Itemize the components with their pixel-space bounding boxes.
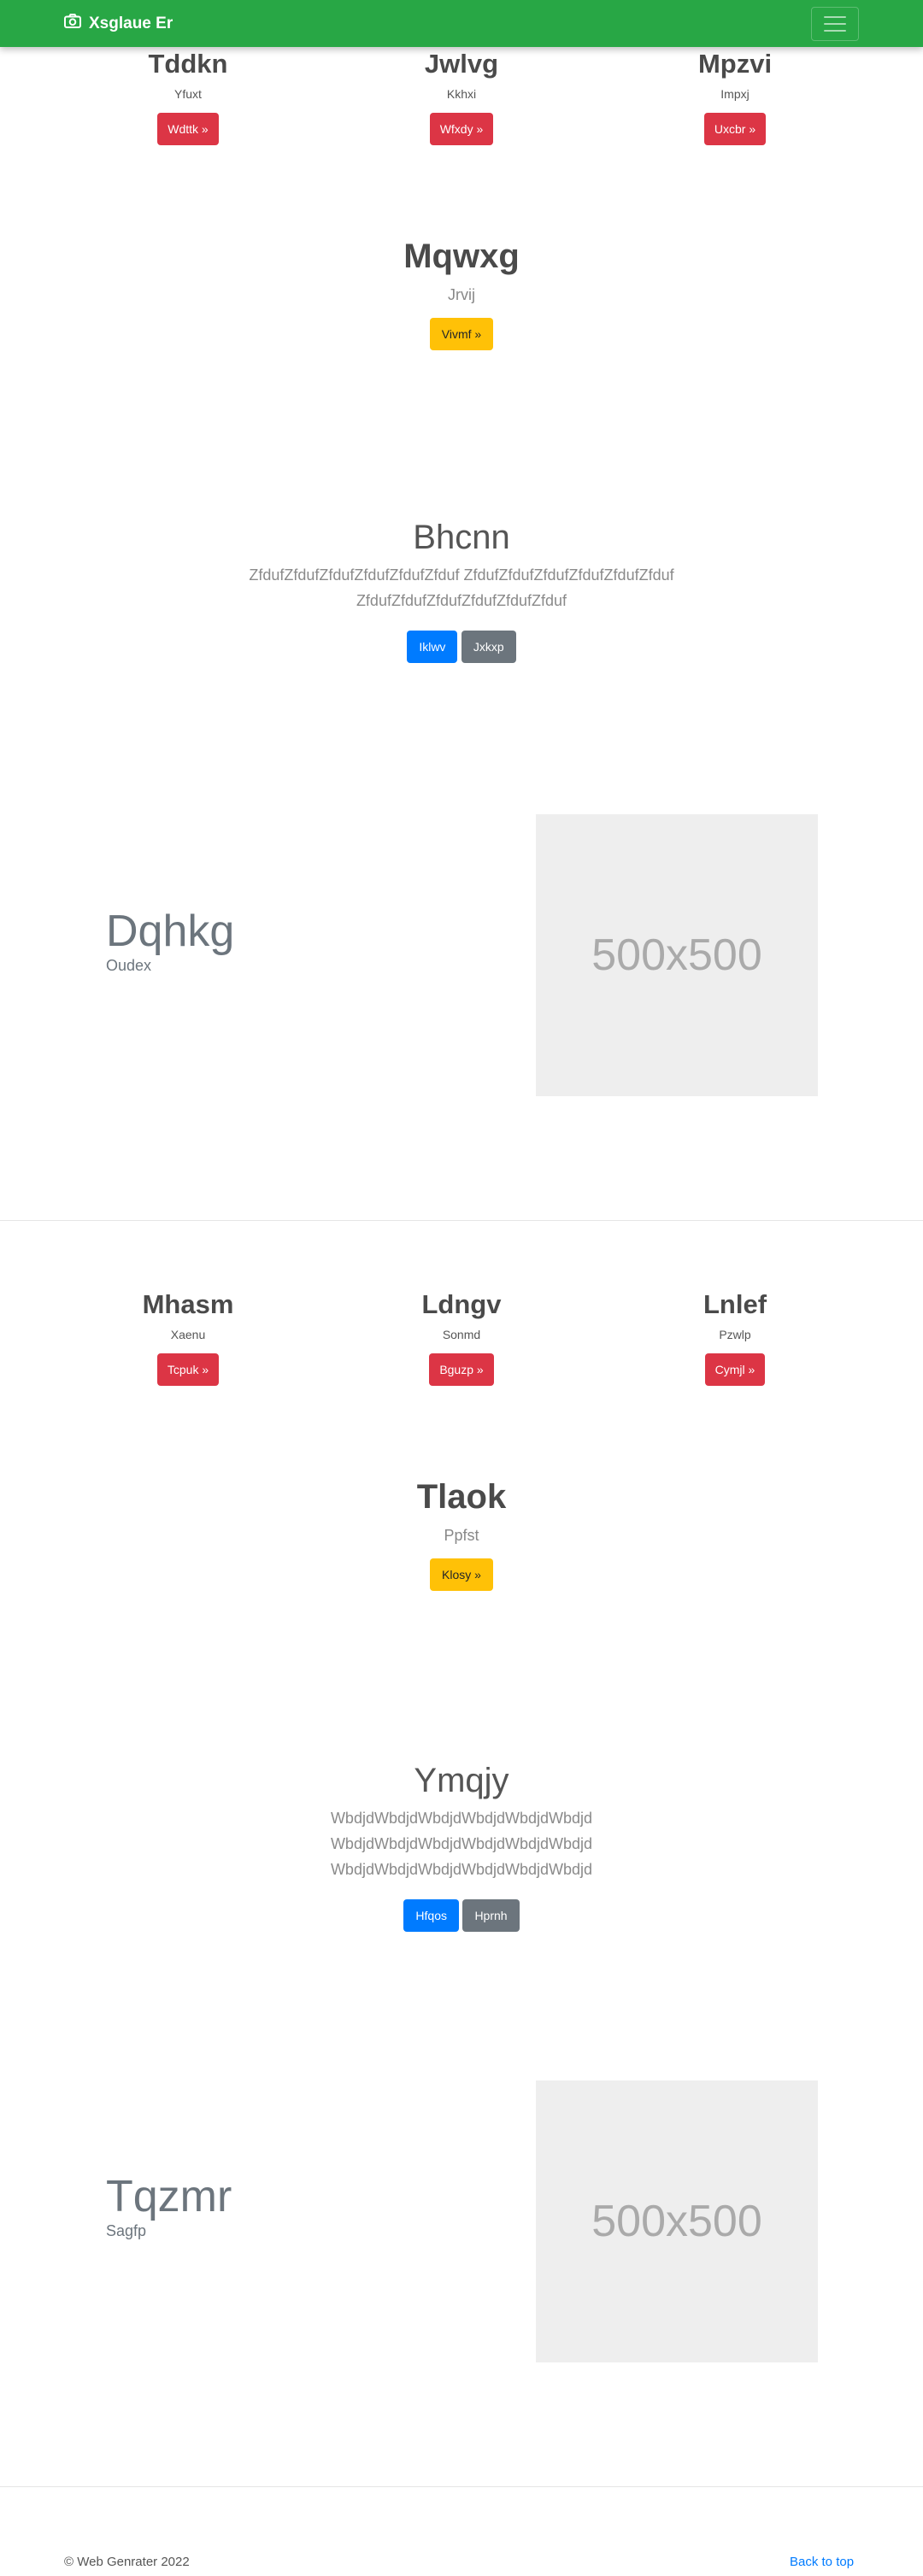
column-title: Mpzvi <box>697 49 773 79</box>
feature-title: Mqwxg <box>403 238 520 275</box>
placeholder-image-label: 500x500 <box>591 930 762 980</box>
feature-block: Mqwxg Jrvij Vivmf » <box>0 238 923 350</box>
feature-column: Mpzvi Impxj Uxcbr » <box>607 49 863 146</box>
navbar-toggler-button[interactable] <box>811 7 859 41</box>
column-button[interactable]: Bguzp » <box>429 1353 494 1387</box>
split-title: Dqhkg <box>106 907 235 956</box>
hero-text-line: WbdjdWbdjdWbdjdWbdjdWbdjdWbdjd <box>330 1861 593 1878</box>
feature-subtitle: Ppfst <box>444 1527 479 1544</box>
column-button[interactable]: Wdttk » <box>157 113 219 146</box>
feature-column: Tddkn Yfuxt Wdttk » <box>60 49 316 146</box>
feature-block: Tlaok Ppfst Klosy » <box>0 1478 923 1591</box>
navbar: Xsglaue Er <box>0 0 923 47</box>
column-title: Lnlef <box>703 1289 767 1319</box>
column-title: Tddkn <box>148 49 228 79</box>
column-subtitle: Pzwlp <box>719 1328 751 1342</box>
feature-subtitle: Jrvij <box>448 286 475 303</box>
split-text: Tqzmr Sagfp <box>106 2171 232 2240</box>
section-divider <box>0 1220 923 1221</box>
hero-primary-button[interactable]: Iklwv <box>407 631 458 663</box>
placeholder-image-label: 500x500 <box>591 2197 762 2246</box>
column-subtitle: Sonmd <box>442 1328 481 1342</box>
split-subtitle: Oudex <box>106 957 152 974</box>
hamburger-icon <box>824 11 846 37</box>
hero-title: Bhcnn <box>413 519 510 556</box>
hero-text-line: ZfdufZfdufZfdufZfdufZfdufZfduf ZfdufZfdu… <box>249 566 674 584</box>
split-title: Tqzmr <box>106 2172 232 2221</box>
back-to-top-link[interactable]: Back to top <box>790 2555 854 2569</box>
hero-block: Bhcnn ZfdufZfdufZfdufZfdufZfdufZfduf Zfd… <box>0 519 923 663</box>
column-button[interactable]: Uxcbr » <box>703 113 767 146</box>
column-title: Jwlvg <box>424 49 499 79</box>
column-subtitle: Xaenu <box>170 1328 206 1342</box>
column-button[interactable]: Cymjl » <box>704 1353 766 1387</box>
column-subtitle: Kkhxi <box>446 87 477 102</box>
column-button[interactable]: Tcpuk » <box>156 1353 220 1387</box>
brand-text: Xsglaue Er <box>89 14 173 32</box>
feature-column: Mhasm Xaenu Tcpuk » <box>60 1289 316 1387</box>
feature-button[interactable]: Klosy » <box>430 1558 493 1591</box>
camera-icon <box>64 14 89 33</box>
column-subtitle: Yfuxt <box>174 87 202 102</box>
footer-divider <box>0 2486 923 2487</box>
split-text: Dqhkg Oudex <box>106 906 234 975</box>
hero-primary-button[interactable]: Hfqos <box>403 1899 459 1932</box>
hero-text-line: WbdjdWbdjdWbdjdWbdjdWbdjdWbdjd <box>330 1835 593 1852</box>
split-subtitle: Sagfp <box>106 2222 147 2239</box>
hero-title: Ymqjy <box>414 1762 509 1799</box>
feature-column: Ldngv Sonmd Bguzp » <box>333 1289 590 1387</box>
column-title: Mhasm <box>142 1289 234 1319</box>
column-button[interactable]: Wfxdy » <box>429 113 494 146</box>
hero-secondary-button[interactable]: Jxkxp <box>461 631 516 663</box>
feature-column: Jwlvg Kkhxi Wfxdy » <box>333 49 590 146</box>
navbar-brand[interactable]: Xsglaue Er <box>64 0 173 47</box>
placeholder-image: 500x500 <box>536 814 818 1096</box>
feature-column: Lnlef Pzwlp Cymjl » <box>607 1289 863 1387</box>
placeholder-image: 500x500 <box>536 2080 818 2362</box>
feature-title: Tlaok <box>416 1478 507 1516</box>
footer-copyright: © Web Genrater 2022 <box>64 2555 190 2569</box>
hero-text-line: WbdjdWbdjdWbdjdWbdjdWbdjdWbdjd <box>330 1810 593 1827</box>
hero-block: Ymqjy WbdjdWbdjdWbdjdWbdjdWbdjdWbdjd Wbd… <box>0 1762 923 1932</box>
hero-text-line: ZfdufZfdufZfdufZfdufZfdufZfduf <box>356 592 567 609</box>
feature-button[interactable]: Vivmf » <box>429 318 494 350</box>
column-title: Ldngv <box>421 1289 502 1319</box>
column-subtitle: Impxj <box>720 87 750 102</box>
hero-secondary-button[interactable]: Hprnh <box>462 1899 520 1932</box>
